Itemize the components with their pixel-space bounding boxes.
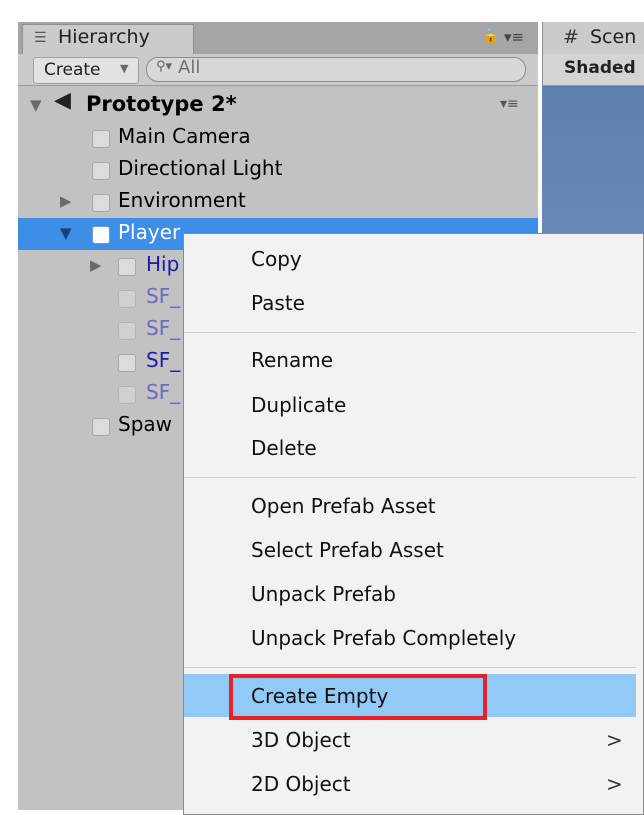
menu-item-label: Unpack Prefab <box>251 582 396 606</box>
expand-triangle-icon[interactable]: ▶ <box>90 256 102 274</box>
gameobject-icon <box>92 418 110 436</box>
menu-separator <box>184 332 636 333</box>
scene-menu-icon[interactable]: ▾≡ <box>500 96 519 112</box>
menu-item-label: 3D Object <box>251 728 351 752</box>
gameobject-icon <box>118 258 136 276</box>
gameobject-icon <box>92 162 110 180</box>
chevron-right-icon: > <box>606 728 623 752</box>
menu-item-label: Select Prefab Asset <box>251 538 444 562</box>
lock-icon[interactable]: 🔒 <box>482 28 499 44</box>
prefab-icon <box>92 226 110 244</box>
expand-triangle-icon[interactable]: ▼ <box>60 224 72 242</box>
hierarchy-item-label: SF_ <box>146 316 181 340</box>
hierarchy-item-label: SF_ <box>146 348 181 372</box>
menu-item-label: 2D Object <box>251 772 351 796</box>
hierarchy-item-label: Spaw <box>118 412 173 436</box>
gameobject-icon <box>92 194 110 212</box>
gameobject-icon <box>118 290 136 308</box>
hierarchy-search-input[interactable] <box>146 57 526 82</box>
hierarchy-item-label: Main Camera <box>118 124 251 148</box>
gameobject-icon <box>118 386 136 404</box>
expand-triangle-icon[interactable]: ▼ <box>30 96 42 114</box>
menu-item-label: Unpack Prefab Completely <box>251 626 517 650</box>
chevron-down-icon: ▼ <box>120 62 129 75</box>
search-placeholder: All <box>178 57 201 78</box>
gameobject-icon <box>118 322 136 340</box>
expand-triangle-icon[interactable]: ▶ <box>60 192 72 210</box>
search-icon: ⚲▾ <box>156 59 173 74</box>
menu-item-label: Paste <box>251 291 305 315</box>
hierarchy-item-label: Hip <box>146 252 180 276</box>
menu-item-label: Duplicate <box>251 393 347 417</box>
hierarchy-item-label: SF_ <box>146 284 181 308</box>
hash-icon: # <box>563 26 579 48</box>
menu-item-label: Delete <box>251 436 317 460</box>
tab-scene-label: Scen <box>590 26 637 48</box>
hierarchy-item-label: Directional Light <box>118 156 283 180</box>
menu-item-label: Copy <box>251 247 302 271</box>
create-button-label: Create <box>44 60 101 80</box>
gameobject-icon <box>92 130 110 148</box>
hierarchy-item-label: SF_ <box>146 380 181 404</box>
menu-separator <box>184 667 636 668</box>
unity-scene-icon: ◀ <box>54 88 71 113</box>
hierarchy-item-label: Player <box>118 220 181 244</box>
annotation-highlight-box <box>229 674 487 720</box>
window-margin <box>0 0 18 815</box>
menu-item-label: Rename <box>251 348 334 372</box>
hierarchy-item-label: Environment <box>118 188 246 212</box>
scene-title: Prototype 2* <box>86 92 237 116</box>
tab-hierarchy-label: Hierarchy <box>58 26 150 48</box>
shading-mode-dropdown[interactable]: Shaded <box>564 58 636 78</box>
chevron-right-icon: > <box>606 772 623 796</box>
list-icon: ☰ <box>34 30 47 46</box>
menu-item-label: Open Prefab Asset <box>251 494 436 518</box>
panel-menu-icon[interactable]: ▾≡ <box>504 28 524 46</box>
menu-separator <box>184 477 636 478</box>
gameobject-icon <box>118 354 136 372</box>
